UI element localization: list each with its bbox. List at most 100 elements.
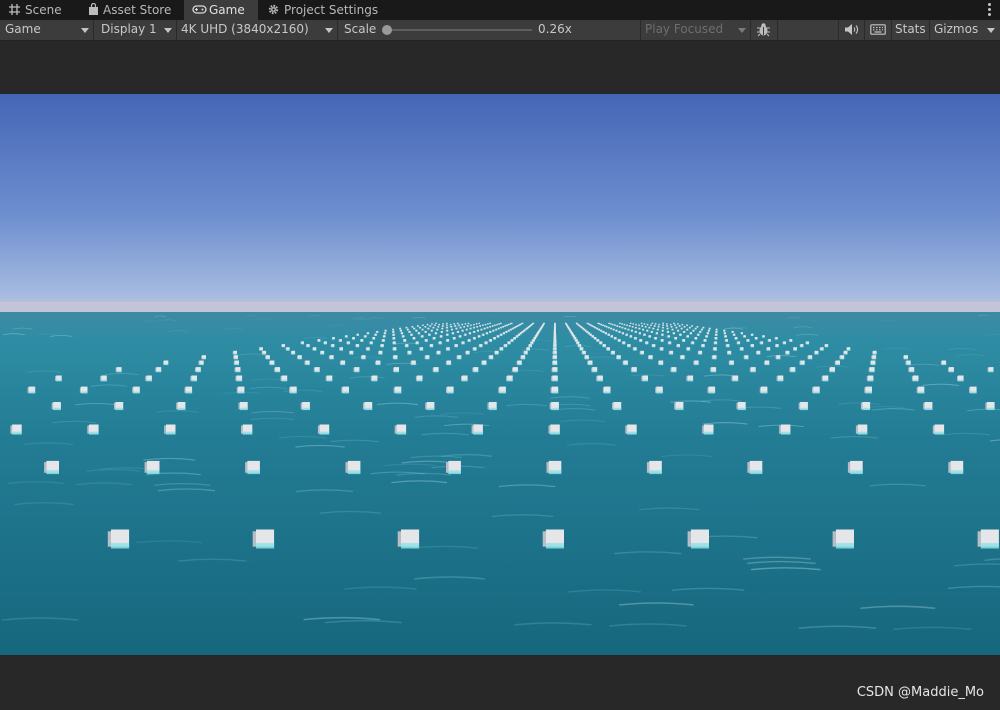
floating-cube: [696, 326, 699, 328]
floating-cube: [404, 344, 409, 348]
floating-cube: [775, 355, 781, 360]
floating-cube: [497, 327, 500, 330]
tab-project-settings[interactable]: Project Settings: [260, 0, 380, 20]
floating-cube: [552, 344, 557, 348]
floating-cube: [176, 402, 186, 411]
floating-cube: [406, 328, 409, 331]
floating-cube: [424, 326, 427, 328]
floating-cube: [144, 460, 160, 475]
floating-cube: [198, 360, 204, 366]
floating-cube: [789, 367, 796, 373]
floating-cube: [445, 324, 448, 327]
floating-cube: [669, 323, 672, 326]
floating-cube: [866, 375, 874, 382]
floating-cube: [659, 347, 664, 351]
floating-cube: [985, 402, 995, 411]
floating-cube: [551, 367, 558, 373]
floating-cube: [911, 375, 919, 382]
gizmos-button[interactable]: Gizmos: [934, 20, 978, 40]
mode-dropdown[interactable]: Game: [5, 20, 41, 40]
floating-cube: [410, 360, 416, 366]
floating-cube: [552, 360, 558, 366]
floating-cube: [629, 322, 632, 325]
floating-cube: [261, 350, 267, 355]
floating-cube: [281, 344, 285, 348]
floating-cube: [658, 360, 664, 366]
floating-cube: [723, 332, 726, 335]
floating-cube: [269, 360, 275, 366]
speaker-icon[interactable]: [844, 23, 859, 36]
floating-cube: [632, 323, 634, 325]
floating-cube: [860, 402, 871, 411]
floating-cube: [743, 355, 749, 360]
floating-cube: [673, 322, 675, 325]
floating-cube: [403, 339, 407, 342]
floating-cube: [349, 350, 354, 355]
floating-cube: [511, 327, 514, 330]
floating-cube: [666, 325, 668, 327]
floating-cube: [604, 332, 607, 335]
floating-cube: [87, 424, 99, 435]
floating-cube: [306, 344, 310, 348]
floating-cube: [472, 347, 477, 351]
floating-cube: [289, 386, 297, 394]
floating-cube: [437, 326, 440, 328]
floating-cube: [438, 323, 440, 326]
floating-cube: [472, 323, 475, 326]
floating-cube: [740, 332, 743, 335]
more-options-icon[interactable]: [986, 2, 992, 18]
floating-cube: [438, 341, 442, 345]
floating-cube: [646, 323, 649, 326]
floating-cube: [655, 386, 663, 394]
bug-icon[interactable]: [756, 22, 771, 37]
resolution-dropdown[interactable]: 4K UHD (3840x2160): [181, 20, 309, 40]
floating-cube: [650, 324, 652, 327]
stats-button[interactable]: Stats: [895, 20, 926, 40]
floating-cube: [502, 332, 506, 335]
tab-game[interactable]: Game: [184, 0, 258, 20]
floating-cube: [434, 332, 438, 335]
scale-slider-thumb[interactable]: [382, 25, 392, 35]
floating-cube: [424, 330, 427, 333]
floating-cube: [114, 402, 124, 411]
chevron-down-icon: [987, 28, 995, 33]
scale-slider-track[interactable]: [387, 29, 532, 31]
floating-cube: [381, 339, 385, 342]
sky: [0, 94, 1000, 316]
floating-cube: [643, 323, 646, 325]
floating-cube: [656, 328, 659, 331]
floating-cube: [686, 347, 691, 351]
floating-cube: [774, 337, 778, 340]
floating-cube: [644, 326, 647, 328]
floating-cube: [457, 324, 460, 327]
scale-value: 0.26x: [538, 22, 572, 36]
tab-scene[interactable]: Scene: [0, 0, 76, 20]
floating-cube: [602, 324, 604, 327]
floating-cube: [596, 327, 599, 330]
floating-cube: [606, 347, 610, 351]
floating-cube: [392, 330, 395, 333]
floating-cube: [814, 350, 819, 355]
floating-cube: [530, 341, 534, 345]
floating-cube: [550, 386, 559, 394]
keyboard-icon[interactable]: [870, 23, 886, 36]
floating-cube: [393, 367, 399, 373]
floating-cube: [523, 350, 528, 355]
floating-cube: [691, 325, 693, 327]
game-viewport[interactable]: [0, 94, 1000, 655]
tab-asset-store[interactable]: Asset Store: [78, 0, 182, 20]
floating-cube: [464, 323, 467, 325]
floating-cube: [623, 323, 626, 326]
floating-cube: [644, 341, 649, 345]
floating-cube: [375, 360, 381, 366]
floating-cube: [715, 328, 718, 331]
floating-cube: [475, 323, 478, 325]
floating-cube: [712, 347, 717, 351]
floating-cube: [702, 326, 705, 329]
floating-cube: [346, 341, 350, 345]
floating-cube: [674, 324, 676, 327]
floating-cube: [312, 347, 317, 351]
display-dropdown[interactable]: Display 1: [101, 20, 157, 40]
play-mode-dropdown[interactable]: Play Focused: [645, 20, 723, 40]
floating-cube: [681, 323, 684, 326]
